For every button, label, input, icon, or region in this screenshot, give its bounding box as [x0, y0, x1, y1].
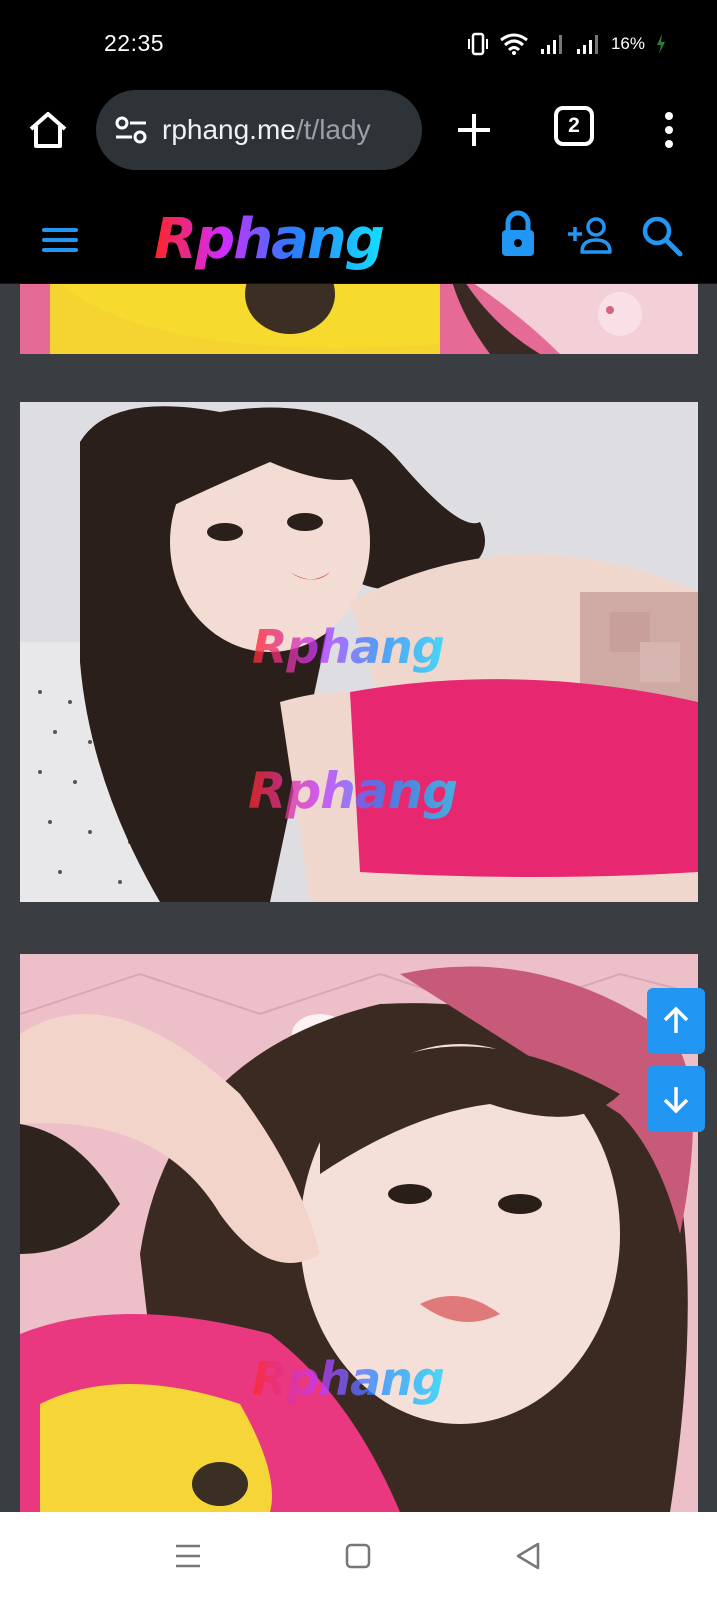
more-vert-icon[interactable]: [654, 108, 684, 152]
add-user-icon[interactable]: [566, 216, 616, 256]
watermark: Rphang: [248, 762, 458, 820]
photo-image: [20, 284, 698, 354]
logo-text: Rphang: [154, 207, 384, 272]
status-bar: 22:35 16%: [0, 0, 717, 88]
battery-charging-icon: [657, 34, 665, 54]
status-time: 22:35: [104, 30, 165, 56]
address-bar[interactable]: rphang.me/t/lady: [96, 90, 422, 170]
gallery-photo[interactable]: Rphang: [20, 954, 698, 1512]
recents-icon[interactable]: [170, 1538, 206, 1574]
back-icon[interactable]: [510, 1538, 546, 1574]
home-icon[interactable]: [340, 1538, 376, 1574]
tabs-button[interactable]: 2: [554, 106, 594, 146]
status-icons: 16%: [467, 32, 667, 56]
scroll-to-bottom-button[interactable]: [647, 1066, 705, 1132]
photo-image: [20, 954, 698, 1512]
site-logo[interactable]: Rphang: [150, 204, 410, 274]
gallery: Rphang Rphang Rphang: [0, 284, 717, 1512]
site-info-icon[interactable]: [114, 115, 148, 145]
system-navigation-bar: [0, 1512, 717, 1600]
lock-icon[interactable]: [498, 210, 538, 260]
signal-icon: [540, 35, 562, 54]
arrow-up-icon: [663, 1006, 689, 1033]
vibrate-icon: [467, 32, 488, 56]
watermark: Rphang: [252, 1352, 445, 1406]
search-icon[interactable]: [640, 214, 684, 258]
scroll-to-top-button[interactable]: [647, 988, 705, 1054]
url-path: /t/lady: [295, 114, 371, 145]
browser-toolbar: rphang.me/t/lady 2: [0, 88, 717, 196]
signal-icon: [576, 35, 598, 54]
battery-percentage: 16%: [610, 34, 645, 53]
home-icon[interactable]: [26, 108, 70, 152]
gallery-photo[interactable]: Rphang Rphang: [20, 402, 698, 902]
url-text: rphang.me/t/lady: [162, 114, 371, 146]
site-header: Rphang: [0, 196, 717, 284]
watermark: Rphang: [252, 620, 445, 674]
new-tab-icon[interactable]: [452, 108, 496, 152]
hamburger-icon[interactable]: [40, 220, 80, 260]
url-host: rphang.me: [162, 114, 296, 145]
arrow-down-icon: [663, 1087, 689, 1114]
wifi-icon: [500, 33, 528, 55]
gallery-photo[interactable]: [20, 284, 698, 354]
